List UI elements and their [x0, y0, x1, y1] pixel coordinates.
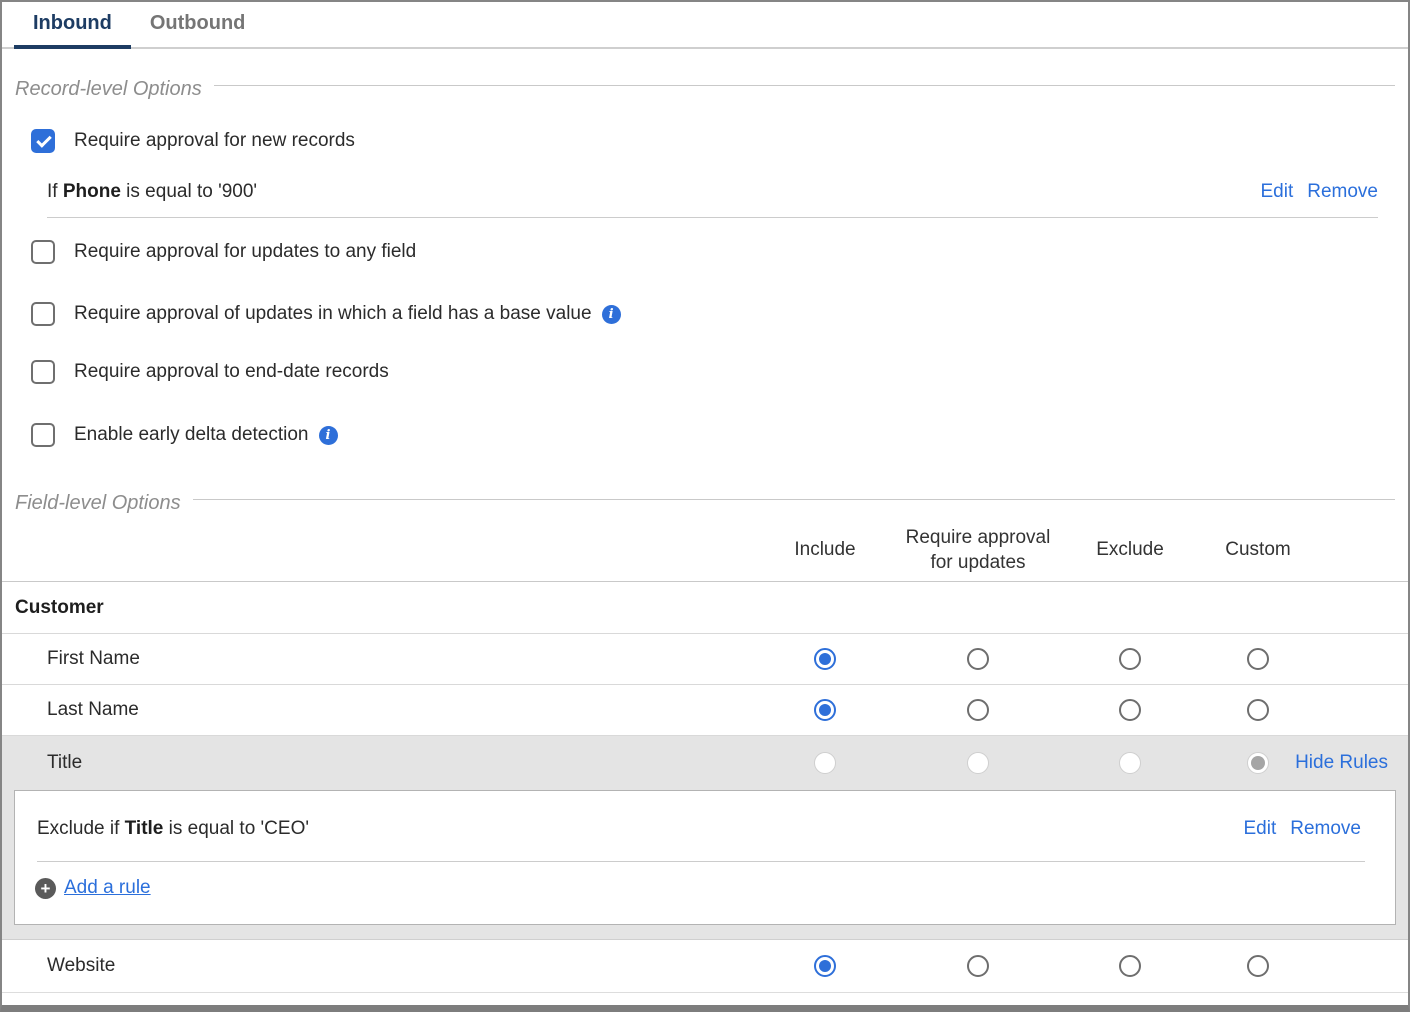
field-label: Last Name — [2, 699, 750, 721]
field-row-website: Website — [2, 940, 1408, 993]
field-table-header: Include Require approval for updates Exc… — [2, 520, 1408, 582]
direction-tabs: Inbound Outbound — [2, 2, 1408, 49]
field-section-title-expanded: Title Hide Rules Exclude if Title is equ… — [2, 736, 1408, 940]
sync-options-panel: Inbound Outbound Record-level Options Re… — [0, 0, 1410, 1012]
title-rule-row: Exclude if Title is equal to 'CEO' Edit … — [15, 791, 1395, 861]
radio-custom — [1247, 752, 1269, 774]
radio-custom[interactable] — [1247, 699, 1269, 721]
field-label: Website — [2, 955, 750, 977]
radio-require-approval[interactable] — [967, 648, 989, 670]
radio-require-approval[interactable] — [967, 955, 989, 977]
checkbox-require-approval-updates[interactable] — [31, 240, 55, 264]
legend-divider — [214, 85, 1395, 86]
radio-exclude — [1119, 752, 1141, 774]
column-header-include: Include — [750, 538, 900, 563]
radio-require-approval — [967, 752, 989, 774]
checkbox-row-base-value: Require approval of updates in which a f… — [31, 302, 1408, 326]
field-row-first-name: First Name — [2, 634, 1408, 685]
column-header-require-approval: Require approval for updates — [900, 526, 1056, 575]
legend-text: Field-level Options — [15, 493, 181, 514]
rule-prefix: If — [47, 181, 63, 202]
radio-exclude[interactable] — [1119, 648, 1141, 670]
record-level-options-legend: Record-level Options — [15, 79, 1395, 100]
new-record-rule-row: If Phone is equal to '900' Edit Remove — [47, 167, 1378, 218]
tab-inbound[interactable]: Inbound — [14, 2, 131, 49]
rule-text: If Phone is equal to '900' — [47, 181, 1261, 203]
add-rule-row: + Add a rule — [15, 862, 1395, 924]
radio-require-approval[interactable] — [967, 699, 989, 721]
radio-include[interactable] — [814, 699, 836, 721]
rule-field: Title — [125, 818, 164, 839]
tab-outbound[interactable]: Outbound — [131, 2, 265, 49]
checkbox-label[interactable]: Require approval to end-date records — [74, 361, 389, 383]
legend-divider — [193, 499, 1395, 500]
checkbox-row-delta-detection: Enable early delta detection i — [31, 423, 1408, 447]
column-header-exclude: Exclude — [1056, 538, 1204, 563]
field-level-options-legend: Field-level Options — [15, 493, 1395, 514]
rule-suffix: is equal to '900' — [121, 181, 257, 202]
legend-text: Record-level Options — [15, 79, 202, 100]
radio-custom[interactable] — [1247, 648, 1269, 670]
checkbox-require-approval-base-value[interactable] — [31, 302, 55, 326]
column-header-custom: Custom — [1204, 538, 1312, 563]
radio-exclude[interactable] — [1119, 955, 1141, 977]
rule-prefix: Exclude if — [37, 818, 125, 839]
radio-include[interactable] — [814, 648, 836, 670]
remove-rule-link[interactable]: Remove — [1307, 181, 1378, 203]
checkbox-row-updates-any-field: Require approval for updates to any fiel… — [31, 240, 1408, 264]
group-header-customer: Customer — [2, 582, 1408, 634]
rule-suffix: is equal to 'CEO' — [163, 818, 309, 839]
field-row-title: Title Hide Rules — [2, 736, 1408, 790]
radio-include — [814, 752, 836, 774]
checkbox-row-end-date: Require approval to end-date records — [31, 360, 1408, 384]
field-label: Title — [2, 752, 750, 774]
rule-text: Exclude if Title is equal to 'CEO' — [37, 818, 1244, 840]
edit-rule-link[interactable]: Edit — [1261, 181, 1294, 203]
remove-rule-link[interactable]: Remove — [1290, 818, 1361, 840]
plus-icon[interactable]: + — [35, 878, 56, 899]
radio-custom[interactable] — [1247, 955, 1269, 977]
hide-rules-link[interactable]: Hide Rules — [1295, 752, 1388, 774]
checkbox-enable-early-delta-detection[interactable] — [31, 423, 55, 447]
add-rule-link[interactable]: Add a rule — [64, 877, 151, 899]
rule-field: Phone — [63, 181, 121, 202]
title-rules-panel: Exclude if Title is equal to 'CEO' Edit … — [14, 790, 1396, 925]
radio-include[interactable] — [814, 955, 836, 977]
checkbox-label[interactable]: Require approval for updates to any fiel… — [74, 241, 416, 263]
checkbox-label[interactable]: Require approval for new records — [74, 130, 355, 152]
info-icon[interactable]: i — [319, 426, 338, 445]
field-label: First Name — [2, 648, 750, 670]
checkbox-label[interactable]: Enable early delta detection — [74, 424, 309, 446]
radio-exclude[interactable] — [1119, 699, 1141, 721]
field-row-last-name: Last Name — [2, 685, 1408, 736]
checkbox-require-approval-end-date[interactable] — [31, 360, 55, 384]
checkbox-require-approval-new-records[interactable] — [31, 129, 55, 153]
info-icon[interactable]: i — [602, 305, 621, 324]
edit-rule-link[interactable]: Edit — [1244, 818, 1277, 840]
checkbox-label[interactable]: Require approval of updates in which a f… — [74, 303, 592, 325]
checkbox-row-new-records: Require approval for new records — [31, 129, 1408, 153]
